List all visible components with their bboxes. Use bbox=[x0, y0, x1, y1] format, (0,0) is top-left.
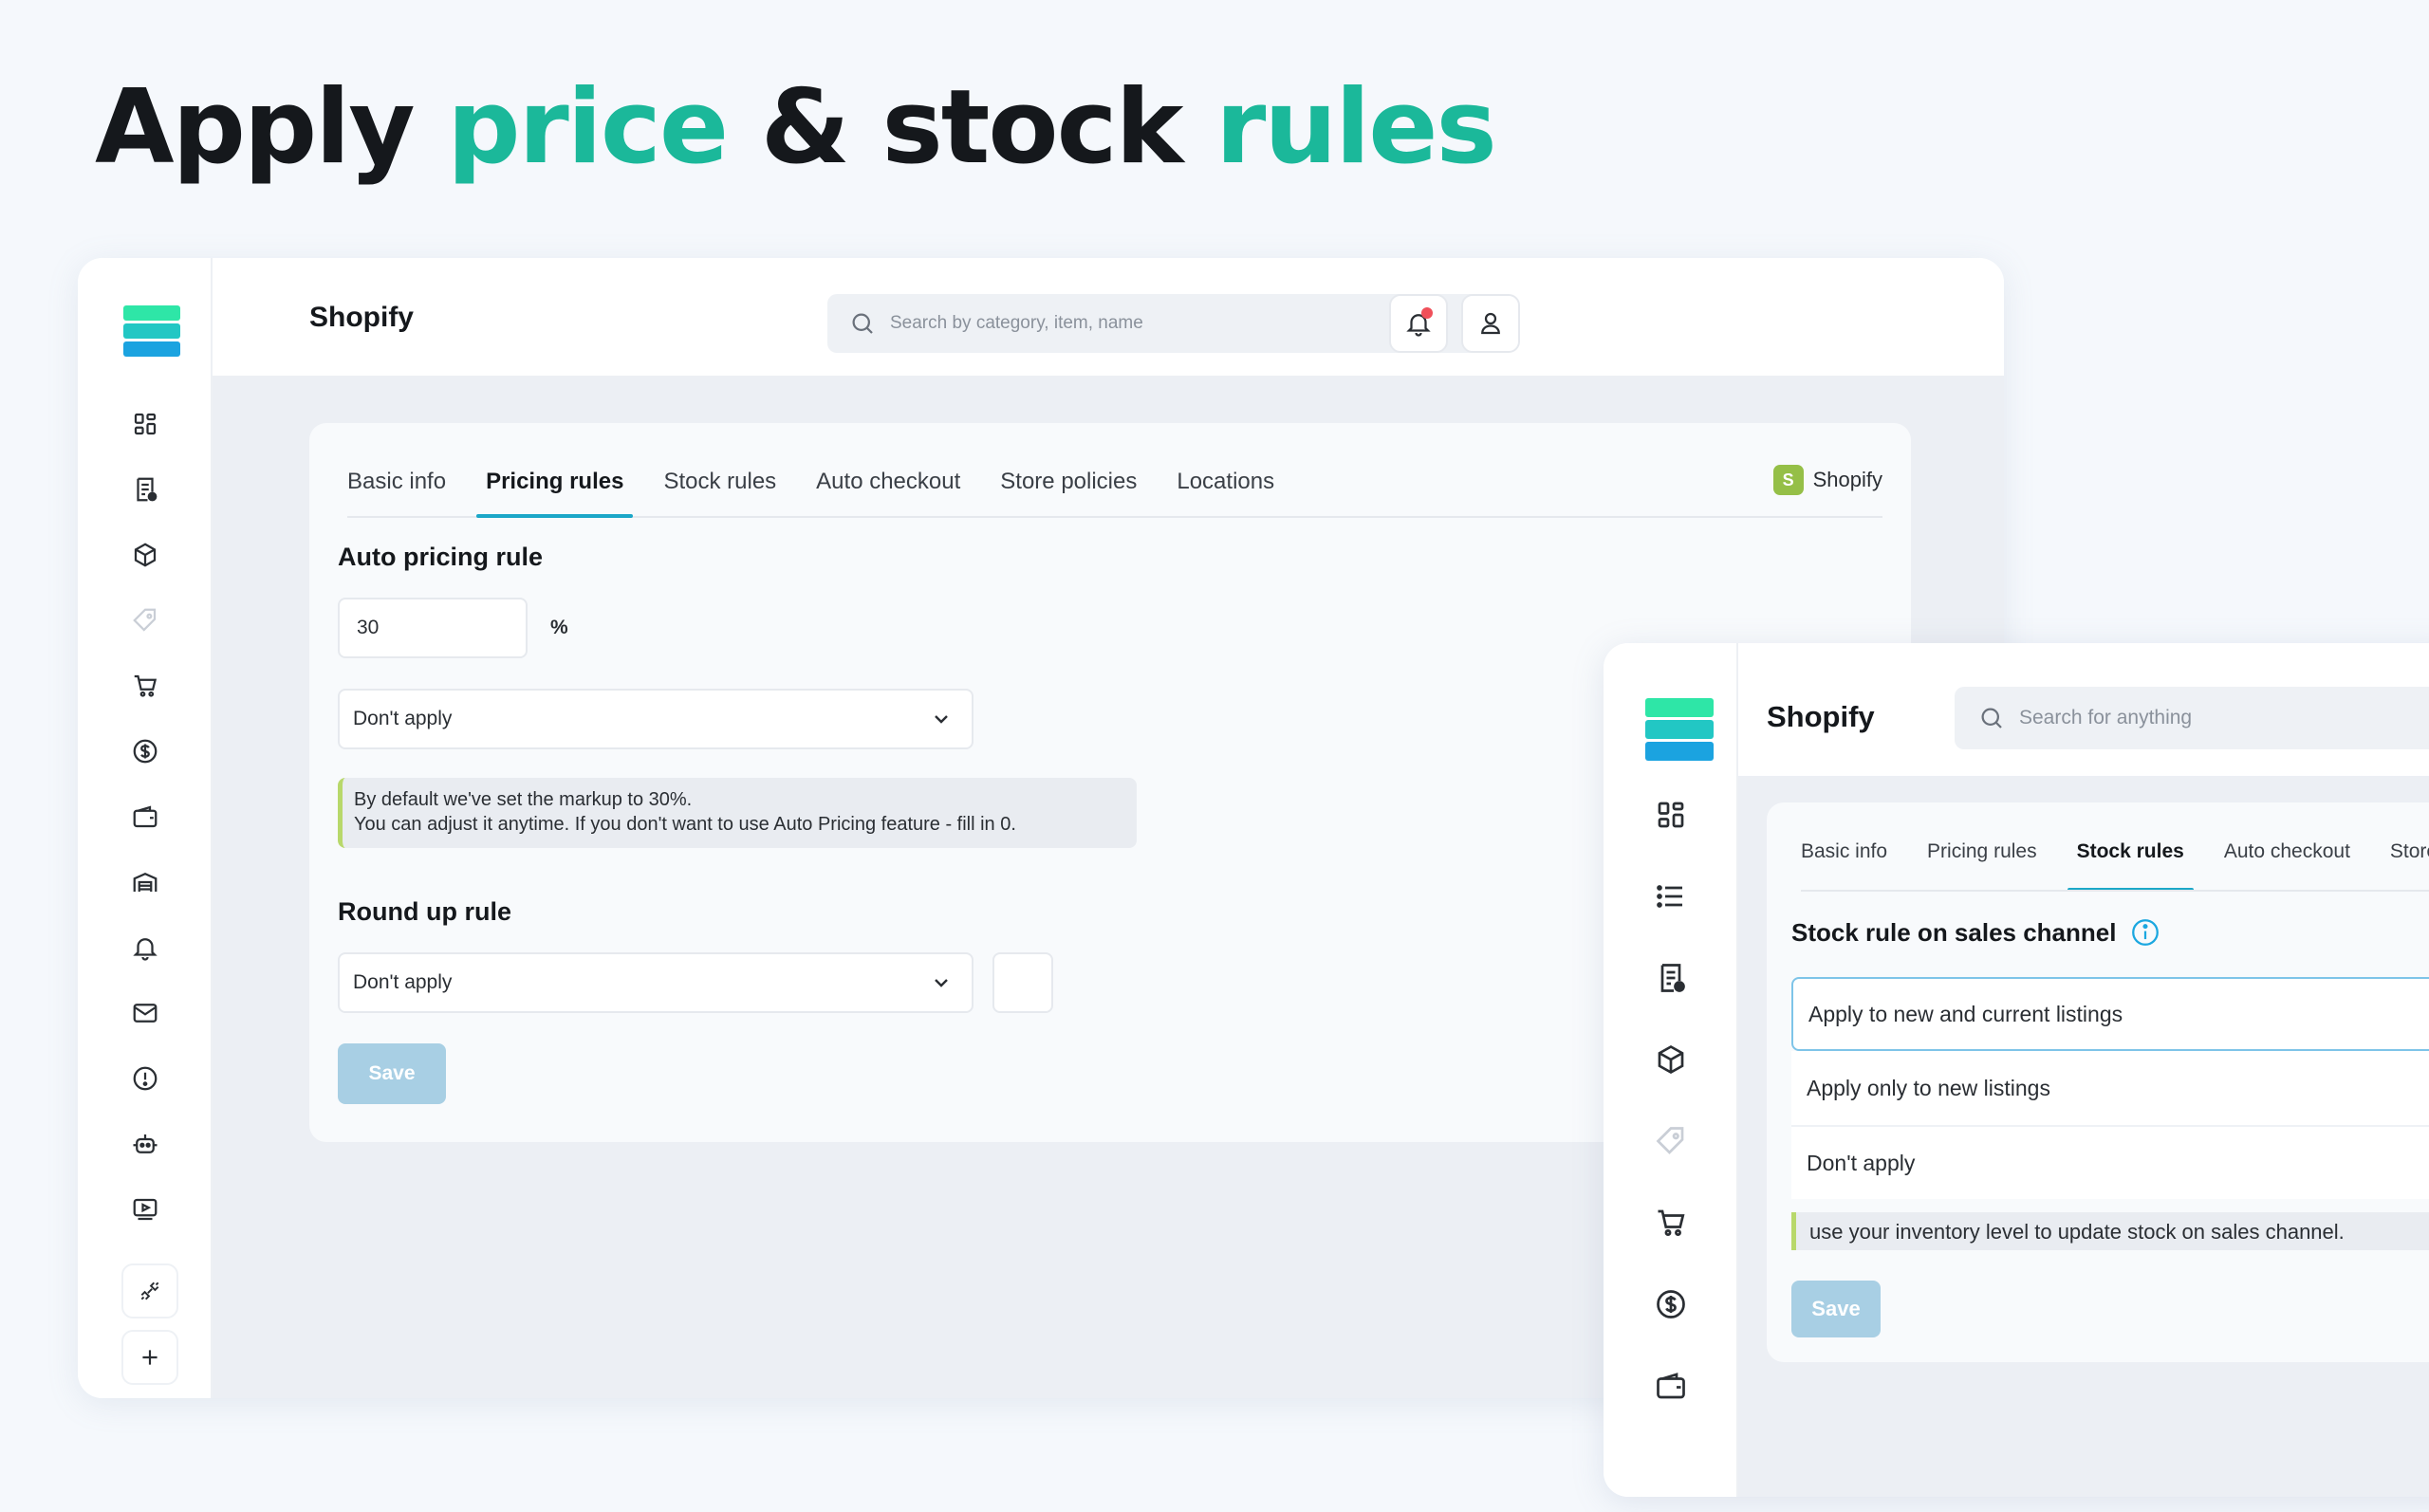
products-icon[interactable] bbox=[78, 522, 213, 587]
headline-word-price: price bbox=[447, 68, 729, 187]
topbar: Shopify Search by category, item, name bbox=[213, 258, 2004, 376]
info-icon[interactable] bbox=[2129, 916, 2161, 949]
stock-rule-title: Stock rule on sales channel bbox=[1791, 916, 2161, 949]
save-button[interactable]: Save bbox=[338, 1043, 446, 1104]
tag-icon[interactable] bbox=[1604, 1100, 1738, 1182]
markup-info-note: By default we've set the markup to 30%. … bbox=[338, 778, 1137, 848]
tab-stock-rules[interactable]: Stock rules bbox=[2067, 837, 2195, 890]
search-placeholder: Search for anything bbox=[2019, 707, 2193, 728]
headline-word-and: & bbox=[760, 68, 850, 187]
alert-icon[interactable] bbox=[78, 1045, 213, 1111]
markup-value: 30 bbox=[357, 617, 380, 638]
user-icon bbox=[1481, 312, 1500, 335]
robot-icon[interactable] bbox=[78, 1111, 213, 1176]
cart-icon[interactable] bbox=[78, 653, 213, 718]
chevron-down-icon bbox=[935, 979, 948, 987]
stock-rules-card: Basic info Pricing rules Stock rules Aut… bbox=[1767, 802, 2429, 1362]
dashboard-icon[interactable] bbox=[1604, 774, 1738, 856]
app-title: Shopify bbox=[1767, 700, 1875, 733]
orders-icon[interactable] bbox=[78, 456, 213, 522]
tab-store-policies[interactable]: Store bbox=[2390, 837, 2429, 890]
topbar: Shopify Search for anything bbox=[1738, 643, 2429, 776]
headline-word-stock: stock bbox=[881, 68, 1184, 187]
stock-option-new-and-current[interactable]: Apply to new and current listings bbox=[1791, 977, 2429, 1051]
plus-icon[interactable] bbox=[121, 1330, 178, 1385]
bell-icon[interactable] bbox=[78, 914, 213, 980]
tab-pricing-rules[interactable]: Pricing rules bbox=[476, 465, 634, 518]
tab-auto-checkout[interactable]: Auto checkout bbox=[816, 465, 960, 516]
sidebar-nav bbox=[78, 391, 213, 1242]
app-logo[interactable] bbox=[1645, 698, 1714, 761]
notifications-button[interactable] bbox=[1389, 294, 1448, 353]
round-up-title: Round up rule bbox=[338, 897, 511, 926]
save-button[interactable]: Save bbox=[1791, 1281, 1881, 1337]
markup-unit: % bbox=[550, 617, 568, 638]
round-up-select[interactable]: Don't apply bbox=[338, 952, 973, 1013]
mail-icon[interactable] bbox=[78, 980, 213, 1045]
tab-pricing-rules[interactable]: Pricing rules bbox=[1927, 837, 2037, 890]
stock-option-new-only[interactable]: Apply only to new listings bbox=[1791, 1051, 2429, 1127]
search-icon bbox=[1981, 708, 2002, 728]
tab-locations[interactable]: Locations bbox=[1177, 465, 1274, 516]
plug-icon[interactable] bbox=[121, 1263, 178, 1318]
tag-icon[interactable] bbox=[78, 587, 213, 653]
tab-basic-info[interactable]: Basic info bbox=[347, 465, 446, 516]
note-line-2: You can adjust it anytime. If you don't … bbox=[354, 814, 1016, 836]
wallet-icon[interactable] bbox=[78, 784, 213, 849]
search-placeholder: Search by category, item, name bbox=[890, 313, 1143, 333]
stock-option-dont-apply[interactable]: Don't apply bbox=[1791, 1127, 2429, 1199]
dashboard-icon[interactable] bbox=[78, 391, 213, 456]
markup-input[interactable]: 30 bbox=[338, 598, 528, 658]
auto-pricing-select[interactable]: Don't apply bbox=[338, 689, 973, 749]
stock-rules-window: Shopify Search for anything Basic info P… bbox=[1604, 643, 2429, 1497]
headline-word-rules: rules bbox=[1215, 68, 1497, 187]
stock-rule-title-text: Stock rule on sales channel bbox=[1791, 917, 2117, 947]
search-icon bbox=[852, 313, 873, 334]
tab-auto-checkout[interactable]: Auto checkout bbox=[2224, 837, 2350, 890]
sidebar bbox=[1604, 643, 1738, 1497]
tabs: Basic info Pricing rules Stock rules Aut… bbox=[347, 465, 1882, 518]
round-up-select-value: Don't apply bbox=[353, 971, 453, 993]
page-headline: Apply price & stock rules bbox=[95, 68, 1497, 187]
main-content: Basic info Pricing rules Stock rules Aut… bbox=[1738, 776, 2429, 1497]
dollar-icon[interactable] bbox=[78, 718, 213, 784]
wallet-icon[interactable] bbox=[1604, 1345, 1738, 1427]
round-up-value-input[interactable] bbox=[992, 952, 1053, 1013]
list-icon[interactable] bbox=[1604, 856, 1738, 937]
shopify-bag-icon: S bbox=[1772, 465, 1804, 495]
profile-button[interactable] bbox=[1461, 294, 1520, 353]
tab-basic-info[interactable]: Basic info bbox=[1801, 837, 1887, 890]
chevron-down-icon bbox=[935, 715, 948, 724]
channel-badge: S Shopify bbox=[1772, 465, 1882, 495]
auto-pricing-select-value: Don't apply bbox=[353, 708, 453, 729]
stock-info-note: use your inventory level to update stock… bbox=[1791, 1212, 2429, 1250]
search-input[interactable]: Search for anything bbox=[1955, 687, 2429, 749]
tabs: Basic info Pricing rules Stock rules Aut… bbox=[1801, 837, 2429, 892]
stock-rule-dropdown[interactable]: Apply to new and current listings Apply … bbox=[1791, 977, 2429, 1199]
video-icon[interactable] bbox=[78, 1176, 213, 1242]
dollar-icon[interactable] bbox=[1604, 1263, 1738, 1345]
app-title: Shopify bbox=[309, 302, 414, 333]
note-line-1: By default we've set the markup to 30%. bbox=[354, 789, 693, 810]
warehouse-icon[interactable] bbox=[78, 849, 213, 914]
app-logo[interactable] bbox=[123, 305, 180, 357]
products-icon[interactable] bbox=[1604, 1019, 1738, 1100]
auto-pricing-title: Auto pricing rule bbox=[338, 543, 543, 571]
cart-icon[interactable] bbox=[1604, 1182, 1738, 1263]
channel-badge-label: Shopify bbox=[1812, 468, 1882, 491]
notification-dot bbox=[1421, 307, 1433, 319]
sidebar bbox=[78, 258, 213, 1398]
tab-stock-rules[interactable]: Stock rules bbox=[663, 465, 776, 516]
headline-word-apply: Apply bbox=[95, 68, 416, 187]
orders-icon[interactable] bbox=[1604, 937, 1738, 1019]
tab-store-policies[interactable]: Store policies bbox=[1000, 465, 1137, 516]
sidebar-nav bbox=[1604, 774, 1738, 1427]
